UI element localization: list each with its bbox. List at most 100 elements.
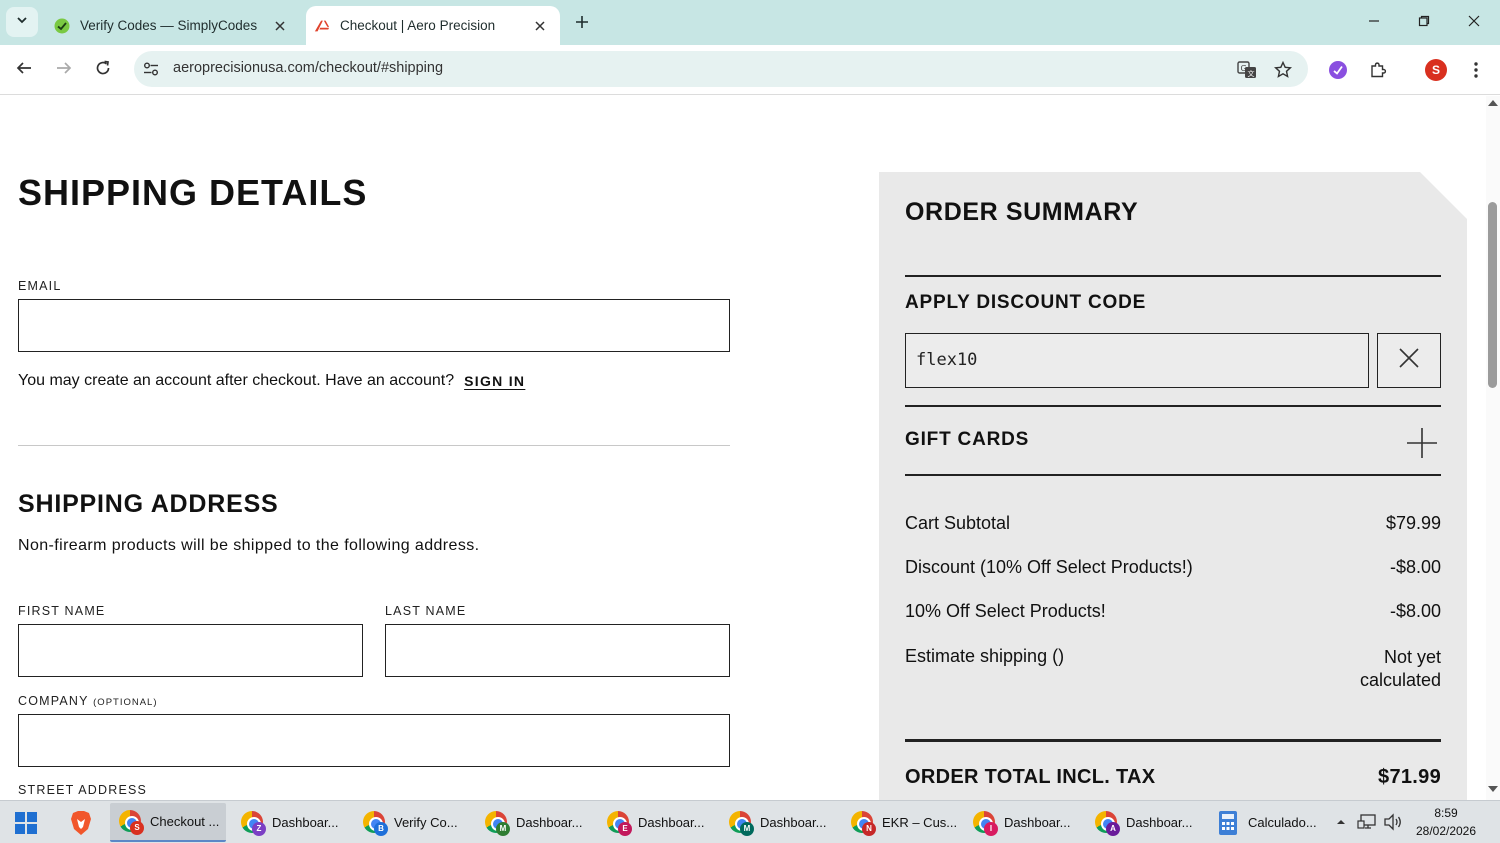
chrome-icon: B [362,810,388,836]
scroll-down-arrow-icon[interactable] [1488,786,1498,792]
email-label: EMAIL [18,279,62,293]
summary-divider [905,405,1441,407]
scrollbar-thumb[interactable] [1488,202,1497,388]
page-scrollbar[interactable] [1486,96,1500,800]
taskbar-item[interactable]: Z Dashboar... [232,803,348,842]
browser-toolbar: aeroprecisionusa.com/checkout/#shipping … [0,45,1500,95]
aero-precision-favicon-icon [314,18,330,34]
scroll-up-arrow-icon[interactable] [1488,100,1498,106]
summary-divider [905,474,1441,476]
restore-button[interactable] [1411,10,1437,36]
summary-row: Estimate shipping () Not yet calculated [905,646,1441,692]
email-field[interactable] [18,299,730,352]
last-name-field[interactable] [385,624,730,677]
tab-verify-codes[interactable]: Verify Codes — SimplyCodes [46,6,300,45]
remove-discount-button[interactable] [1377,333,1441,388]
taskbar-item-label: Calculado... [1248,815,1317,830]
taskbar-item[interactable]: M Dashboar... [720,803,836,842]
summary-total-divider [905,739,1441,742]
close-icon [1398,347,1420,374]
clock-date: 28/02/2026 [1415,824,1477,838]
chrome-icon: M [484,810,510,836]
minimize-button[interactable] [1361,10,1387,36]
plus-icon [575,15,589,34]
order-summary-title: ORDER SUMMARY [905,198,1139,226]
brave-browser-icon[interactable] [68,809,94,837]
taskbar: S Checkout ... Z Dashboar... B Verify Co… [0,800,1500,843]
summary-row: 10% Off Select Products! -$8.00 [905,601,1441,622]
row-label: Cart Subtotal [905,513,1011,533]
row-value: -$8.00 [1389,601,1441,621]
chevron-down-icon [16,13,28,31]
profile-badge: S [130,820,144,835]
forward-button[interactable] [51,57,77,83]
profile-badge: I [984,821,998,836]
arrow-left-icon [16,60,32,81]
network-icon[interactable] [1356,811,1378,833]
extensions-puzzle-icon[interactable] [1365,57,1391,83]
section-divider [18,445,730,446]
sign-in-link[interactable]: SIGN IN [464,373,525,389]
first-name-field[interactable] [18,624,363,677]
chrome-icon: Z [240,810,266,836]
simplycodes-favicon-icon [54,18,70,34]
taskbar-item[interactable]: N EKR – Cus... [842,803,958,842]
discount-code-input[interactable]: flex10 [905,333,1369,388]
shipping-address-heading: SHIPPING ADDRESS [18,490,279,518]
chrome-icon: N [850,810,876,836]
tab-search-button[interactable] [6,7,38,37]
summary-divider [905,275,1441,277]
profile-badge: E [618,821,632,836]
profile-badge: M [740,821,754,836]
taskbar-item[interactable]: I Dashboar... [964,803,1080,842]
taskbar-item[interactable]: M Dashboar... [476,803,592,842]
chrome-icon: A [1094,810,1120,836]
account-note-text: You may create an account after checkout… [18,372,455,389]
taskbar-item[interactable]: E Dashboar... [598,803,714,842]
windows-start-icon[interactable] [14,811,38,835]
taskbar-item-label: Dashboar... [272,815,339,830]
last-name-label: LAST NAME [385,604,467,618]
kebab-menu-icon[interactable] [1463,57,1489,83]
profile-badge: Z [252,821,266,836]
taskbar-item[interactable]: A Dashboar... [1086,803,1202,842]
order-summary: ORDER SUMMARY APPLY DISCOUNT CODE flex10… [879,172,1467,800]
system-clock[interactable]: 8:59 28/02/2026 [1408,804,1484,840]
row-value: Not yet calculated [1359,647,1441,690]
address-bar[interactable]: aeroprecisionusa.com/checkout/#shipping … [134,51,1308,87]
close-icon [1468,14,1480,32]
close-window-button[interactable] [1461,10,1487,36]
taskbar-item[interactable]: Calculado... [1208,803,1324,842]
reload-button[interactable] [90,57,116,83]
profile-avatar[interactable]: S [1425,59,1447,81]
street-address-label: STREET ADDRESS [18,783,148,797]
tab-checkout[interactable]: Checkout | Aero Precision [306,6,560,45]
chevron-up-icon[interactable] [1330,811,1352,833]
taskbar-item-label: Checkout ... [150,814,220,829]
taskbar-item-label: EKR – Cus... [882,815,958,830]
gift-cards-toggle[interactable]: GIFT CARDS [905,429,1029,451]
extension-icon[interactable] [1325,57,1351,83]
restore-icon [1418,14,1430,32]
taskbar-item[interactable]: B Verify Co... [354,803,470,842]
order-total-value: $71.99 [1378,766,1441,788]
discount-heading: APPLY DISCOUNT CODE [905,292,1147,313]
chrome-icon: M [728,810,754,836]
expand-gift-cards-button[interactable] [1406,427,1438,461]
taskbar-item[interactable]: S Checkout ... [110,803,226,842]
row-label: Discount (10% Off Select Products!) [905,557,1193,577]
site-settings-icon[interactable] [142,60,160,78]
profile-badge: A [1106,821,1120,836]
company-field[interactable] [18,714,730,767]
back-button[interactable] [11,57,37,83]
close-tab-icon[interactable] [270,16,290,36]
close-tab-icon[interactable] [530,16,550,36]
tab-strip: Verify Codes — SimplyCodes Checkout | Ae… [0,0,1500,45]
bookmark-star-icon[interactable] [1272,59,1294,81]
new-tab-button[interactable] [570,12,594,36]
volume-icon[interactable] [1382,811,1404,833]
translate-icon[interactable]: G文 [1236,59,1258,81]
tab-title: Verify Codes — SimplyCodes [80,18,258,33]
summary-row: Discount (10% Off Select Products!) -$8.… [905,557,1441,578]
company-label: COMPANY (OPTIONAL) [18,694,158,708]
